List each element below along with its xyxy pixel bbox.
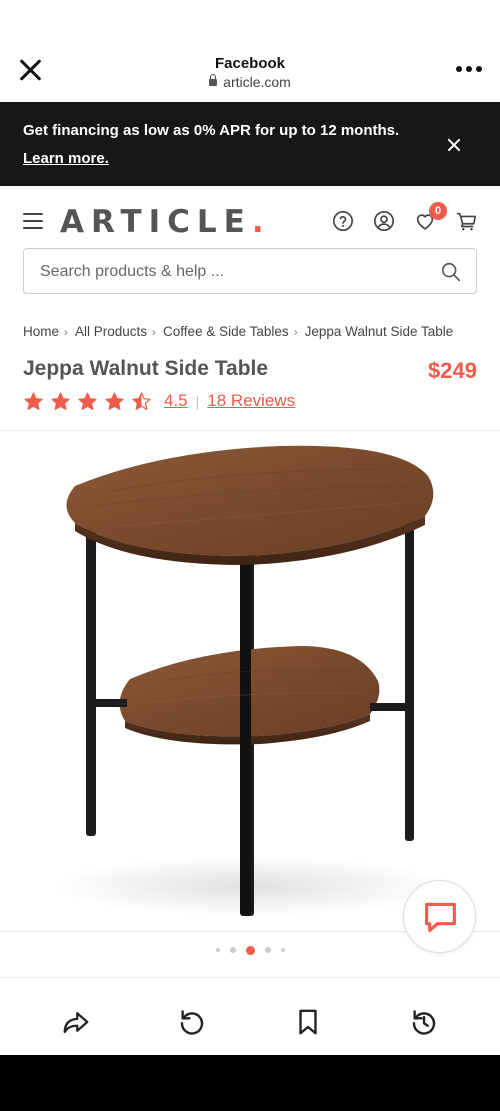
bottom-toolbar — [0, 977, 500, 1055]
product-title: Jeppa Walnut Side Table — [23, 357, 269, 380]
history-icon[interactable] — [409, 1007, 439, 1037]
account-icon[interactable] — [373, 210, 395, 232]
breadcrumb-coffee-side-tables[interactable]: Coffee & Side Tables — [163, 324, 289, 339]
star-rating[interactable] — [23, 391, 158, 412]
promo-learn-more-link[interactable]: Learn more. — [23, 150, 109, 167]
breadcrumb-home[interactable]: Home — [23, 324, 59, 339]
carousel-dot-active[interactable] — [245, 945, 255, 955]
promo-banner: Get financing as low as 0% APR for up to… — [0, 102, 500, 186]
star-full-icon — [24, 392, 43, 410]
browser-title: Facebook — [214, 55, 286, 72]
site-logo[interactable]: ARTICLE. — [60, 204, 264, 240]
carousel-dot[interactable] — [215, 948, 220, 952]
chat-button[interactable] — [403, 880, 476, 953]
rating-value[interactable]: 4.5 — [164, 391, 188, 411]
breadcrumb: Home › All Products › Coffee & Side Tables › J… — [23, 324, 500, 344]
carousel-dot[interactable] — [229, 947, 236, 953]
chevron-right-icon: › — [152, 325, 157, 339]
wishlist-count-badge: 0 — [429, 202, 447, 220]
reviews-link[interactable]: 18 Reviews — [207, 391, 295, 411]
browser-bar: Facebook article.com — [0, 0, 500, 102]
chevron-right-icon: › — [64, 325, 69, 339]
share-icon[interactable] — [61, 1007, 91, 1037]
breadcrumb-current: Jeppa Walnut Side Table — [304, 324, 454, 339]
system-nav-bar — [0, 1055, 500, 1111]
more-options-icon[interactable] — [456, 66, 482, 74]
promo-close-icon[interactable] — [447, 138, 461, 152]
browser-url-row: article.com — [0, 74, 500, 90]
cart-icon[interactable] — [455, 210, 477, 232]
logo-text: ARTICLE — [60, 204, 252, 240]
help-icon[interactable] — [332, 210, 354, 232]
search-icon[interactable] — [440, 261, 462, 283]
carousel-dot[interactable] — [264, 947, 271, 953]
star-full-icon — [105, 392, 124, 410]
star-full-icon — [78, 392, 97, 410]
lock-icon — [209, 74, 218, 86]
star-full-icon — [51, 392, 70, 410]
rating-row: 4.5 | 18 Reviews — [23, 389, 295, 413]
reload-icon[interactable] — [177, 1007, 207, 1037]
site-header: ARTICLE. — [0, 186, 500, 248]
star-half-icon — [132, 392, 151, 410]
browser-url: article.com — [223, 74, 291, 90]
breadcrumb-all-products[interactable]: All Products — [75, 324, 147, 339]
product-price: $249 — [428, 358, 477, 383]
rating-divider: | — [195, 393, 200, 409]
search-input[interactable] — [40, 261, 420, 283]
logo-dot: . — [251, 204, 264, 240]
menu-icon[interactable] — [23, 213, 43, 229]
carousel-dot[interactable] — [280, 948, 285, 952]
chat-icon — [425, 902, 456, 933]
carousel-dots — [0, 944, 500, 956]
search-box — [23, 248, 477, 294]
bookmark-icon[interactable] — [293, 1007, 323, 1037]
chevron-right-icon: › — [293, 325, 298, 339]
product-image[interactable] — [0, 431, 500, 931]
promo-text: Get financing as low as 0% APR for up to… — [23, 117, 403, 173]
promo-message: Get financing as low as 0% APR for up to… — [23, 122, 400, 139]
